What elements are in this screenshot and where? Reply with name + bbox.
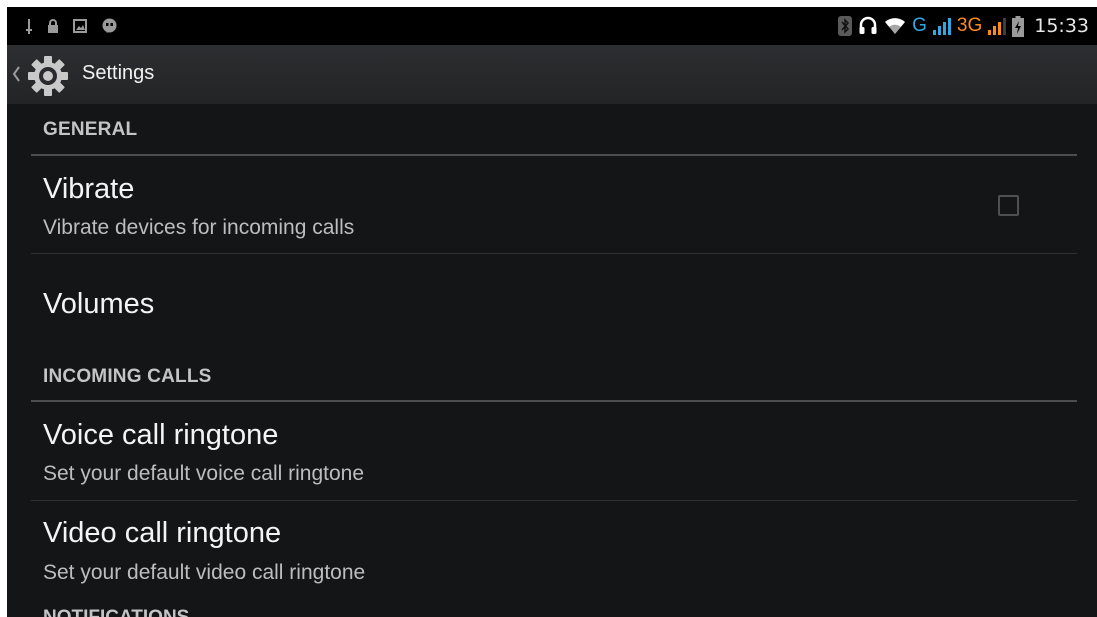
- notification-icons: [25, 16, 118, 36]
- item-summary: Set your default voice call ringtone: [43, 462, 365, 485]
- lock-icon: [48, 19, 58, 33]
- gear-icon[interactable]: [25, 53, 71, 99]
- section-title: GENERAL: [43, 119, 138, 140]
- section-header-incoming-calls: INCOMING CALLS: [31, 350, 1077, 402]
- item-title: Vibrate: [43, 173, 135, 205]
- usb-debug-icon: [26, 19, 32, 34]
- item-summary: Vibrate devices for incoming calls: [43, 216, 355, 239]
- status-clock: 15:33: [1034, 15, 1089, 37]
- battery-icon: [1012, 15, 1025, 37]
- wifi-icon: [885, 18, 906, 34]
- talk-icon: [102, 18, 117, 33]
- status-bar: G 3G 15:33: [7, 7, 1097, 45]
- vibrate-setting[interactable]: Vibrate Vibrate devices for incoming cal…: [31, 157, 1077, 254]
- video-call-ringtone-setting[interactable]: Video call ringtone Set your default vid…: [31, 501, 1077, 601]
- item-title: Video call ringtone: [43, 517, 282, 549]
- voice-call-ringtone-setting[interactable]: Voice call ringtone Set your default voi…: [31, 403, 1077, 501]
- signal-icon: [988, 18, 1007, 35]
- page-title: Settings: [82, 62, 155, 84]
- bluetooth-icon: [838, 16, 853, 36]
- up-caret-icon[interactable]: [11, 62, 21, 86]
- network-type-3g: 3G: [956, 15, 983, 36]
- gallery-icon: [73, 19, 87, 33]
- headset-icon: [859, 16, 877, 34]
- network-type-g: G: [912, 15, 927, 36]
- vibrate-checkbox[interactable]: [998, 195, 1019, 216]
- system-icons: G 3G 15:33: [838, 7, 1089, 45]
- section-title: INCOMING CALLS: [43, 366, 212, 387]
- settings-screen: G 3G 15:33 Settings GENERAL Vibrate Vibr…: [7, 7, 1097, 617]
- signal-icon: [932, 18, 951, 35]
- volumes-setting[interactable]: Volumes: [31, 254, 1077, 350]
- section-header-general: GENERAL: [31, 104, 1077, 156]
- section-title-notifications: NOTIFICATIONS: [43, 607, 189, 617]
- item-summary: Set your default video call ringtone: [43, 561, 366, 584]
- item-title: Voice call ringtone: [43, 419, 279, 451]
- item-title: Volumes: [43, 288, 155, 320]
- action-bar: Settings: [7, 45, 1097, 104]
